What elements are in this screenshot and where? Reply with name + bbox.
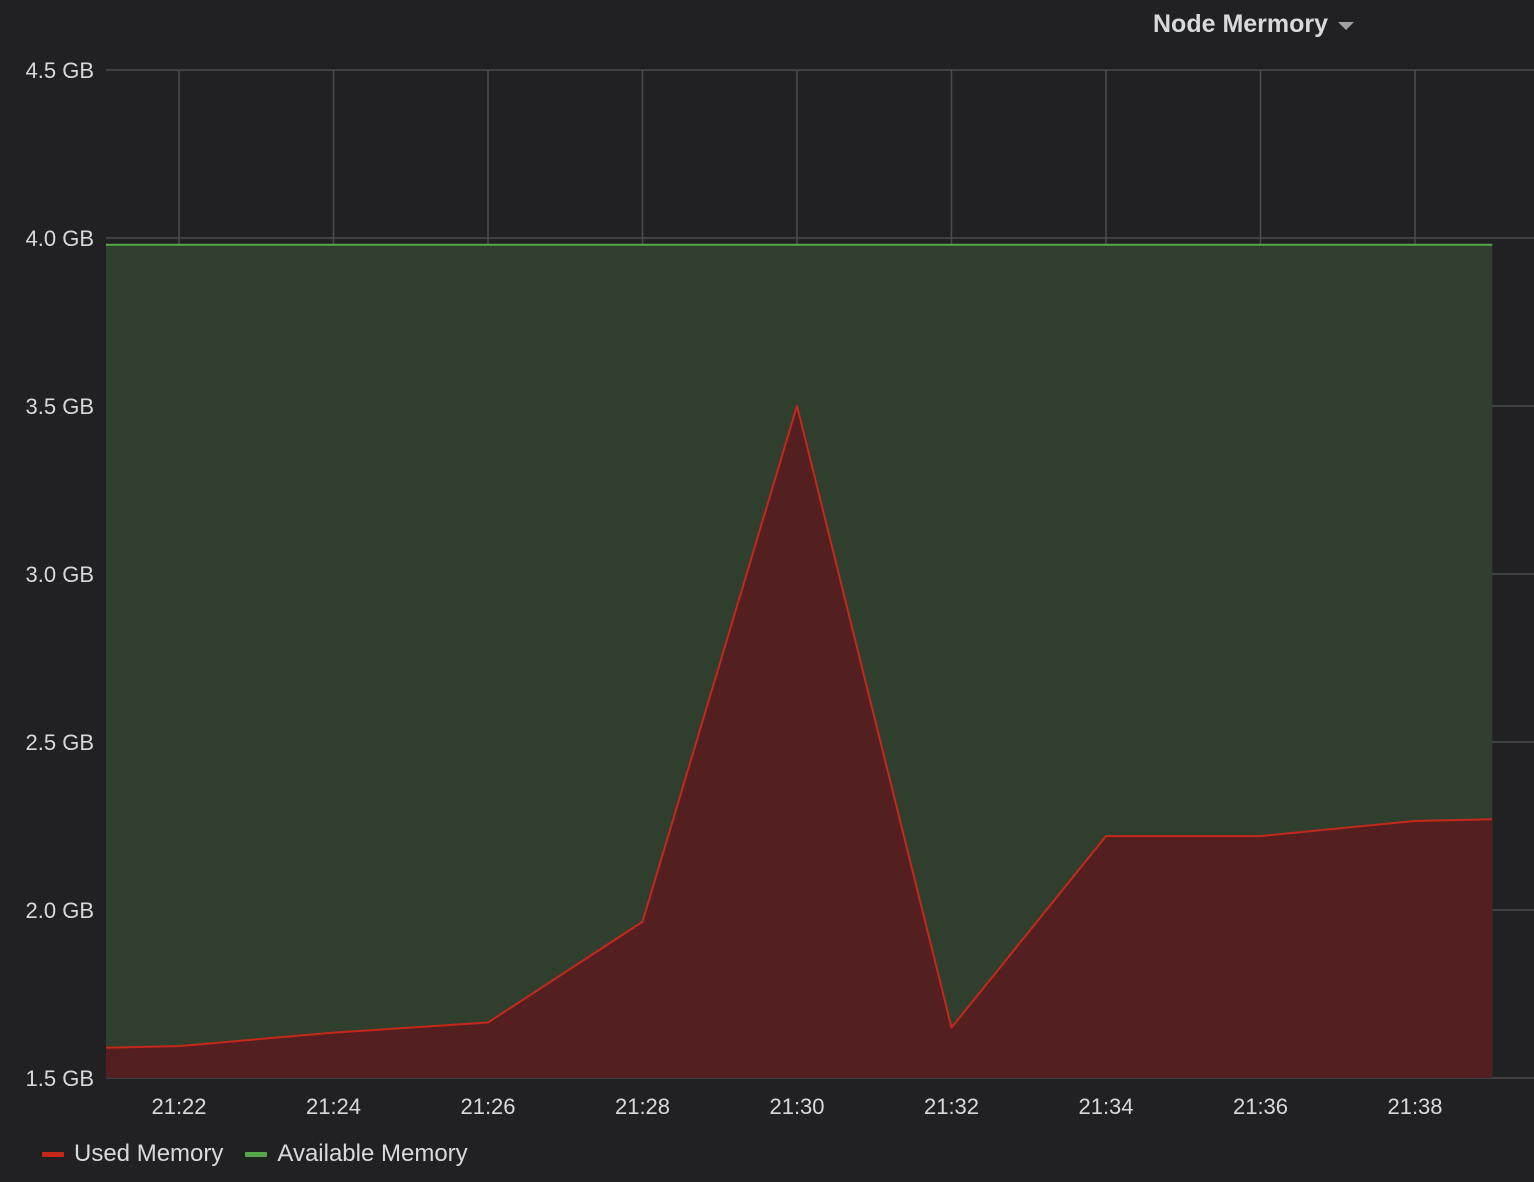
y-tick-label: 2.5 GB	[26, 730, 94, 755]
x-axis: 21:22 21:24 21:26 21:28 21:30 21:32 21:34 21:36…	[151, 1094, 1442, 1119]
x-tick-label: 21:38	[1387, 1094, 1442, 1119]
y-tick-label: 1.5 GB	[26, 1066, 94, 1091]
legend-item-available-memory[interactable]: Available Memory	[245, 1140, 468, 1168]
legend: Used Memory Available Memory	[42, 1140, 468, 1168]
legend-item-used-memory[interactable]: Used Memory	[42, 1140, 223, 1168]
x-tick-label: 21:36	[1233, 1094, 1288, 1119]
available-memory-swatch-icon	[245, 1151, 268, 1157]
used-memory-swatch-icon	[42, 1151, 64, 1157]
y-tick-label: 3.5 GB	[26, 394, 94, 419]
memory-panel: Node Mermory 4.5 GB 4.0 GB 3.5 GB 3.0 GB 2.5…	[0, 0, 1534, 1182]
y-tick-label: 2.0 GB	[26, 898, 94, 923]
y-tick-label: 4.5 GB	[26, 58, 94, 83]
x-tick-label: 21:34	[1078, 1094, 1133, 1119]
x-tick-label: 21:26	[460, 1094, 515, 1119]
x-tick-label: 21:30	[769, 1094, 824, 1119]
x-tick-label: 21:22	[151, 1094, 206, 1119]
legend-label: Used Memory	[74, 1140, 224, 1167]
x-tick-label: 21:32	[924, 1094, 979, 1119]
memory-chart[interactable]: 4.5 GB 4.0 GB 3.5 GB 3.0 GB 2.5 GB 2.0 GB 1.5 …	[0, 0, 1534, 1130]
x-tick-label: 21:28	[615, 1094, 670, 1119]
y-axis: 4.5 GB 4.0 GB 3.5 GB 3.0 GB 2.5 GB 2.0 GB 1.5 …	[26, 58, 94, 1091]
y-tick-label: 4.0 GB	[26, 226, 94, 251]
y-tick-label: 3.0 GB	[26, 562, 94, 587]
series-area-layer	[106, 244, 1493, 1079]
legend-label: Available Memory	[277, 1140, 468, 1167]
x-tick-label: 21:24	[306, 1094, 361, 1119]
